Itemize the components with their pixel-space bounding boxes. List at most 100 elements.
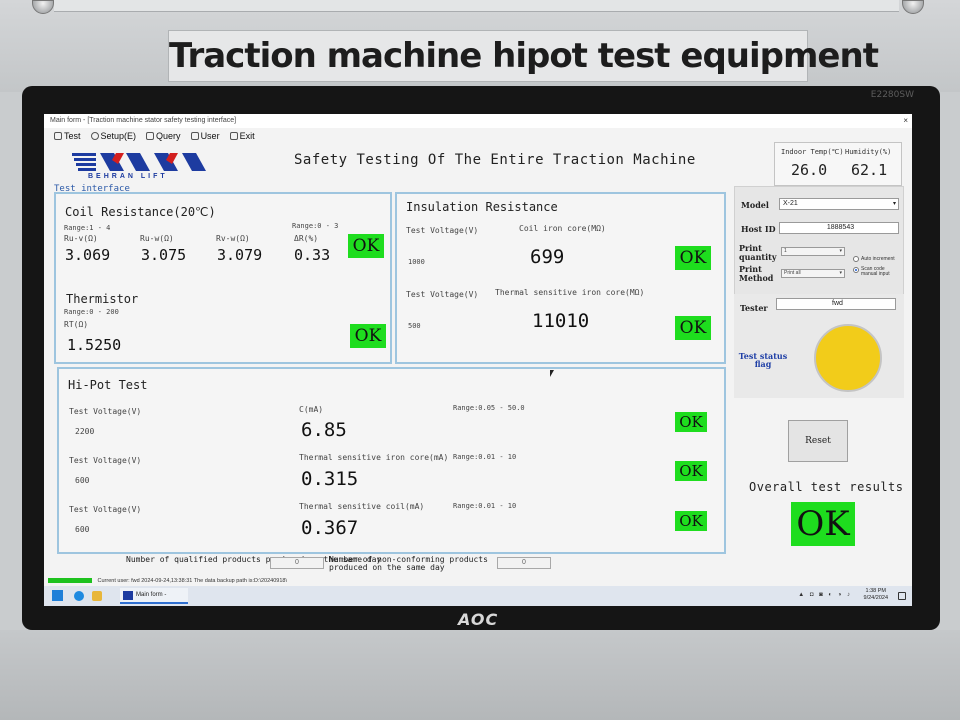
hipot-name-2: Thermal sensitive iron core(mA) — [299, 453, 449, 462]
print-method-label: Print Method — [739, 264, 774, 283]
monitor-brand-logo: AOC — [458, 610, 499, 629]
hipot-range-1: Range:0.05 - 50.0 — [453, 404, 525, 412]
menu-item-user[interactable]: User — [190, 129, 220, 143]
thermistor-ok-badge: OK — [350, 324, 386, 348]
folder-icon[interactable] — [92, 591, 102, 601]
menu-item-test[interactable]: Test — [54, 129, 81, 143]
print-quantity-select[interactable]: 1 ▾ — [781, 247, 845, 256]
hipot-test-panel: Hi-Pot Test Test Voltage(V) 2200 C(mA) R… — [57, 367, 726, 554]
status-bar: Current user: fwd 2024-09-24,13:38:31 Th… — [44, 576, 912, 586]
edge-icon[interactable] — [74, 591, 84, 601]
menu-item-exit[interactable]: Exit — [229, 129, 255, 143]
status-text: Current user: fwd 2024-09-24,13:38:31 Th… — [97, 578, 288, 584]
gear-icon — [90, 132, 99, 140]
coil-value-rvw: 3.079 — [217, 246, 263, 264]
taskbar-app-main-form[interactable]: Main form - [Tracti... — [120, 588, 188, 604]
insulation-voltage-1: 1000 — [408, 258, 425, 266]
scan-code-radio[interactable] — [853, 267, 859, 273]
coil-ok-badge: OK — [348, 234, 384, 258]
top-strip — [54, 0, 899, 12]
taskbar-clock[interactable]: 1:38 PM 9/24/2024 — [864, 588, 888, 602]
overall-results-label: Overall test results — [749, 480, 904, 494]
insulation-voltage-2: 500 — [408, 322, 421, 330]
machine-lower-panel — [0, 630, 960, 720]
tester-field[interactable]: fwd — [776, 298, 896, 310]
thermistor-title: Thermistor — [66, 292, 139, 306]
tester-label: Tester — [740, 303, 768, 313]
hipot-voltage-label-3: Test Voltage(V) — [69, 505, 142, 514]
system-tray-icons[interactable]: ▲ ◘ ◙ ◐ ◑ ♪ — [798, 592, 852, 598]
coil-resistance-panel: Coil Resistance(20℃) Range:1 - 4 Range:0… — [54, 192, 392, 364]
menu-item-query[interactable]: Query — [146, 129, 181, 143]
query-icon — [146, 132, 155, 140]
hipot-range-2: Range:0.01 - 10 — [453, 453, 517, 461]
print-method-select[interactable]: Print all ▾ — [781, 269, 845, 278]
insulation-ok-badge-1: OK — [675, 246, 711, 270]
hipot-value-3: 0.367 — [301, 517, 359, 539]
insulation-name-1: Coil iron core(MΩ) — [519, 224, 606, 233]
screw-icon — [32, 0, 54, 14]
window-title: Main form - [Traction machine stator saf… — [50, 117, 237, 124]
hipot-voltage-1: 2200 — [75, 427, 95, 436]
app-icon — [123, 591, 133, 600]
hipot-title: Hi-Pot Test — [68, 378, 148, 392]
hipot-voltage-3: 600 — [75, 525, 90, 534]
coil-label-delta: ΔR(%) — [294, 234, 319, 243]
reset-button[interactable]: Reset — [788, 420, 848, 462]
hipot-value-1: 6.85 — [301, 419, 347, 441]
windows-start-icon[interactable] — [52, 590, 63, 601]
auto-increment-radio[interactable] — [853, 256, 859, 262]
machine-title-plate: Traction machine hipot test equipment — [168, 30, 879, 82]
notification-icon[interactable] — [898, 592, 906, 600]
monitor-model: E2280SW — [870, 90, 914, 100]
hipot-ok-badge-3: OK — [675, 511, 707, 531]
menu-item-setup[interactable]: Setup(E) — [90, 129, 136, 143]
progress-bar — [48, 578, 92, 584]
insulation-voltage-label-2: Test Voltage(V) — [406, 290, 479, 299]
coil-label-rvw: Rv-w(Ω) — [216, 234, 250, 243]
screen: Main form - [Traction machine stator saf… — [44, 114, 912, 606]
humidity-label: Humidity(%) — [845, 148, 892, 156]
thermistor-range: Range:0 - 200 — [64, 308, 119, 316]
coil-value-ruv: 3.069 — [65, 246, 111, 264]
host-id-field[interactable]: 1888543 — [779, 222, 899, 234]
coil-range-1: Range:1 - 4 — [64, 224, 111, 232]
window-titlebar: Main form - [Traction machine stator saf… — [44, 114, 912, 128]
humidity-value: 62.1 — [851, 161, 888, 179]
hipot-voltage-2: 600 — [75, 476, 90, 485]
hipot-name-1: C(mA) — [299, 405, 324, 414]
print-quantity-label: Print quantity — [739, 243, 777, 262]
coil-label-ruv: Ru-v(Ω) — [64, 234, 98, 243]
insulation-name-2: Thermal sensitive iron core(MΩ) — [495, 288, 645, 297]
hipot-name-3: Thermal sensitive coil(mA) — [299, 502, 425, 511]
indoor-temp-label: Indoor Temp(℃) — [781, 148, 844, 156]
exit-icon — [229, 132, 238, 140]
thermistor-value: 1.5250 — [67, 336, 122, 354]
test-icon — [54, 132, 62, 140]
menu-bar: Test Setup(E) Query User Exit — [44, 129, 255, 143]
hipot-ok-badge-1: OK — [675, 412, 707, 432]
coil-resistance-title: Coil Resistance(20℃) — [65, 205, 216, 219]
test-status-label: Test status flag — [738, 351, 788, 369]
environment-readout: Indoor Temp(℃) Humidity(%) 26.0 62.1 — [774, 142, 902, 186]
host-id-label: Host ID — [741, 224, 776, 234]
windows-taskbar: Main form - [Tracti... ▲ ◘ ◙ ◐ ◑ ♪ 1:38 … — [44, 586, 912, 606]
overall-ok-badge: OK — [791, 502, 855, 546]
chevron-down-icon: ▾ — [892, 201, 896, 207]
indoor-temp-value: 26.0 — [791, 161, 828, 179]
chevron-down-icon: ▾ — [839, 270, 842, 276]
auto-increment-label: Auto increment — [861, 256, 895, 262]
coil-value-delta: 0.33 — [294, 246, 331, 264]
hipot-voltage-label-1: Test Voltage(V) — [69, 407, 142, 416]
nonconforming-count-field: 0 — [497, 557, 551, 569]
model-select[interactable]: X-21 ▾ — [779, 198, 899, 210]
insulation-voltage-label-1: Test Voltage(V) — [406, 226, 479, 235]
coil-range-2: Range:0 - 3 — [292, 222, 339, 230]
hipot-voltage-label-2: Test Voltage(V) — [69, 456, 142, 465]
close-icon[interactable]: × — [903, 114, 908, 128]
mouse-cursor-icon — [550, 370, 554, 377]
insulation-ok-badge-2: OK — [675, 316, 711, 340]
insulation-value-1: 699 — [530, 246, 565, 268]
behran-lift-logo — [72, 153, 206, 171]
nonconforming-count-label: Number of non-conforming products produc… — [329, 555, 488, 572]
